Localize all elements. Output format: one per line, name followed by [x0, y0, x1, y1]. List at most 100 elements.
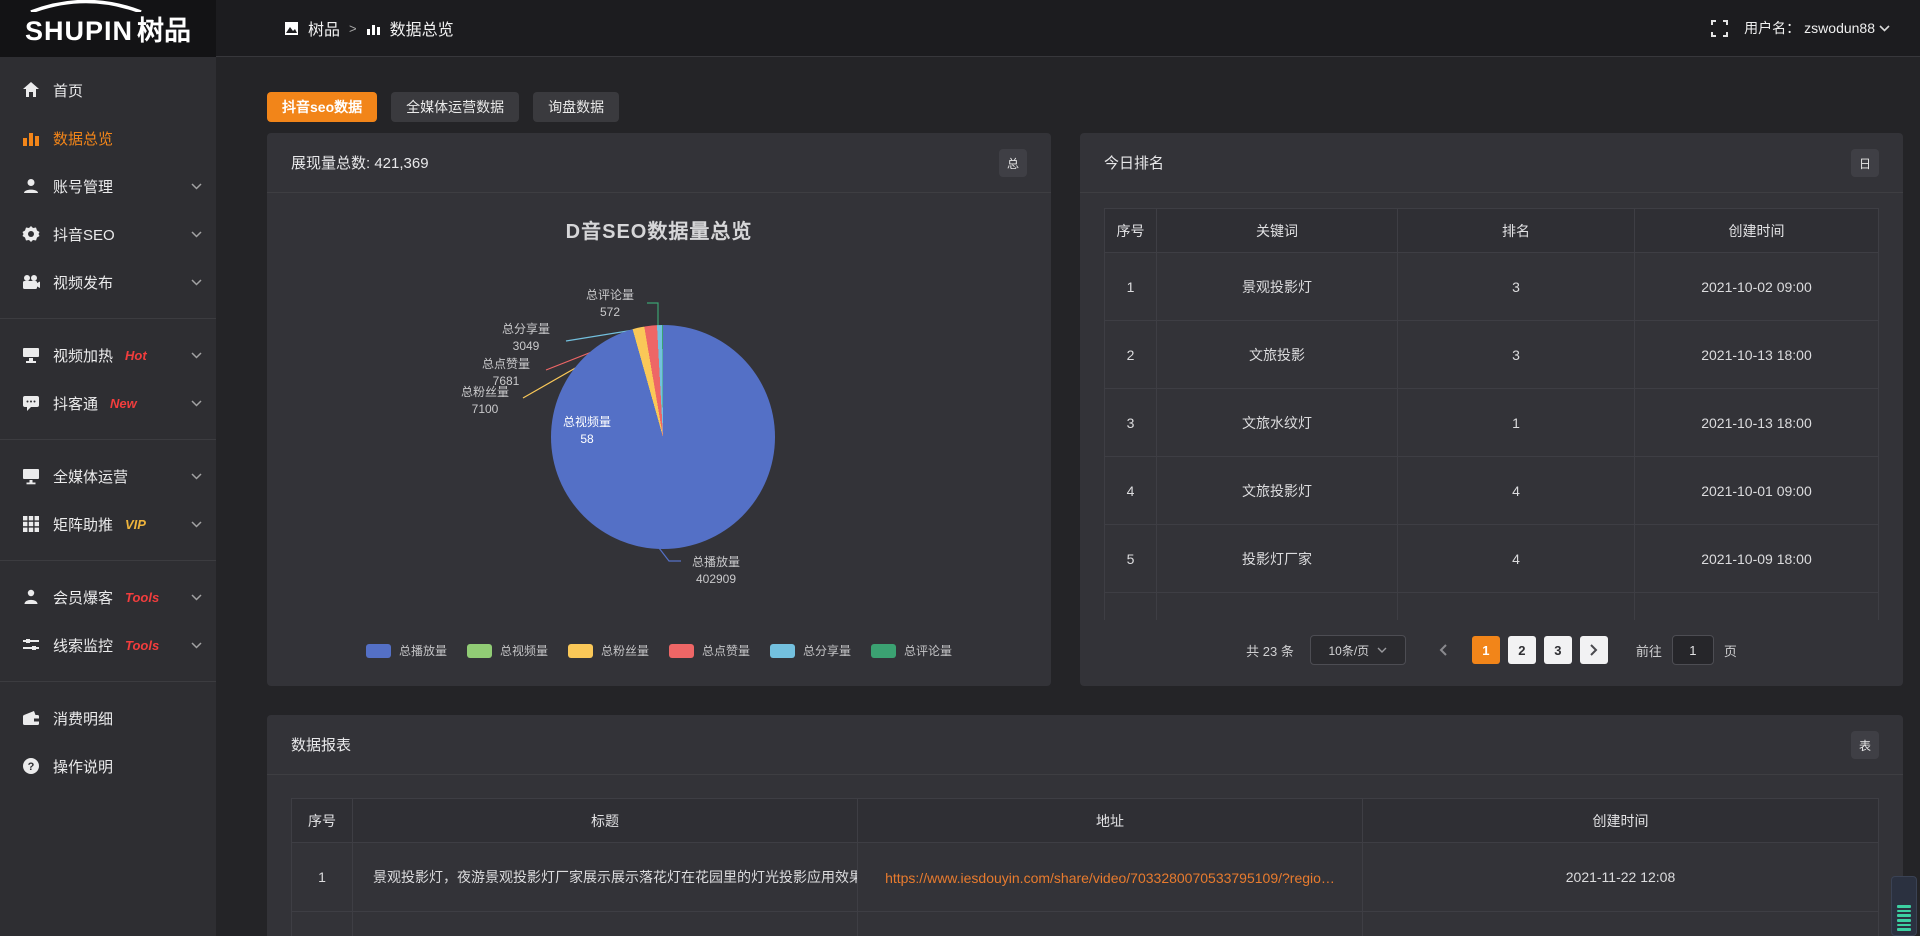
video-title: 景观投影灯，夜游景观投影灯厂家展示展示落花灯在花园里的灯光投影应用效果 # [353, 843, 858, 912]
legend-item-shares[interactable]: 总分享量 [770, 642, 851, 659]
ranking-panel: 今日排名 日 序号 关键词 排名 创建时间 1景观投影灯32021-10-02 … [1080, 133, 1903, 686]
goto-page-input[interactable] [1672, 635, 1714, 665]
sidebar-item-expense-detail[interactable]: 消费明细 [0, 694, 216, 742]
chevron-left-icon [1439, 644, 1447, 656]
pie-label-plays: 总播放量402909 [679, 554, 753, 588]
sidebar-item-matrix-boost[interactable]: 矩阵助推 VIP [0, 500, 216, 548]
chevron-down-icon [191, 183, 202, 190]
column-header-keyword: 关键词 [1157, 209, 1398, 253]
day-toggle-button[interactable]: 日 [1851, 149, 1879, 177]
breadcrumb-separator: > [349, 21, 357, 36]
ranking-panel-title: 今日排名 [1104, 152, 1164, 173]
legend-swatch [568, 644, 593, 658]
page-size-select[interactable]: 10条/页 [1310, 635, 1406, 665]
hot-badge: Hot [125, 348, 147, 363]
sidebar-item-video-publish[interactable]: 视频发布 [0, 258, 216, 306]
sidebar-item-video-heat[interactable]: 视频加热 Hot [0, 331, 216, 379]
impressions-total: 展现量总数: 421,369 [291, 152, 429, 173]
sidebar-item-help[interactable]: ? 操作说明 [0, 742, 216, 790]
legend-swatch [366, 644, 391, 658]
legend-item-likes[interactable]: 总点赞量 [669, 642, 750, 659]
sidebar-item-label: 矩阵助推 [53, 514, 113, 535]
legend-item-plays[interactable]: 总播放量 [366, 642, 447, 659]
sidebar-item-member-leads[interactable]: 会员爆客 Tools [0, 573, 216, 621]
sidebar-item-account[interactable]: 账号管理 [0, 162, 216, 210]
page-button-3[interactable]: 3 [1544, 636, 1572, 664]
pagination: 共 23 条 10条/页 1 2 3 前往 页 [1080, 635, 1903, 665]
image-icon [284, 21, 299, 36]
tab-omni-media-data[interactable]: 全媒体运营数据 [391, 92, 519, 122]
sidebar-item-label: 消费明细 [53, 708, 113, 729]
tools-badge: Tools [125, 590, 159, 605]
legend-swatch [467, 644, 492, 658]
impressions-panel: 展现量总数: 421,369 总 D音SEO数据量总览 总评论量572 总分享量… [267, 133, 1051, 686]
sliders-icon [22, 636, 40, 654]
sidebar-item-label: 抖音SEO [53, 224, 115, 245]
column-header-url: 地址 [858, 799, 1363, 843]
top-bar: SHUPIN 树品 树品 > 数据总览 用户名： zswodun88 [0, 0, 1920, 57]
screen-cast-icon [22, 346, 40, 364]
chevron-right-icon [1590, 644, 1598, 656]
sidebar-item-label: 账号管理 [53, 176, 113, 197]
sidebar-item-label: 数据总览 [53, 128, 113, 149]
sidebar-divider [0, 681, 216, 682]
grid-icon [22, 515, 40, 533]
monitor-icon [22, 467, 40, 485]
sidebar-item-doukotong[interactable]: 抖客通 New [0, 379, 216, 427]
sidebar-item-douyin-seo[interactable]: 抖音SEO [0, 210, 216, 258]
chat-bubble-icon [22, 394, 40, 412]
logo-arc-icon [27, 0, 145, 12]
sidebar-item-lead-monitor[interactable]: 线索监控 Tools [0, 621, 216, 669]
username: zswodun88 [1804, 20, 1875, 36]
video-url-link[interactable]: https://www.iesdouyin.com/share/video/70… [885, 870, 1335, 886]
sidebar-item-label: 抖客通 [53, 393, 98, 414]
goto-suffix: 页 [1724, 641, 1737, 660]
sidebar-item-data-overview[interactable]: 数据总览 [0, 114, 216, 162]
prev-page-button[interactable] [1432, 644, 1454, 656]
table-row-partial [292, 912, 1879, 936]
data-source-tabs: 抖音seo数据 全媒体运营数据 询盘数据 [267, 92, 619, 122]
floating-widget[interactable] [1891, 876, 1917, 936]
chevron-down-icon [191, 400, 202, 407]
logo-area: SHUPIN 树品 [0, 0, 216, 57]
breadcrumb-root[interactable]: 树品 [308, 16, 340, 40]
page-button-2[interactable]: 2 [1508, 636, 1536, 664]
report-panel-header: 数据报表 表 [267, 715, 1903, 775]
tab-douyin-seo-data[interactable]: 抖音seo数据 [267, 92, 377, 122]
bar-chart-icon [366, 21, 381, 36]
sidebar-item-home[interactable]: 首页 [0, 66, 216, 114]
person-icon [22, 588, 40, 606]
total-toggle-button[interactable]: 总 [999, 149, 1027, 177]
sidebar-item-label: 线索监控 [53, 635, 113, 656]
table-toggle-button[interactable]: 表 [1851, 731, 1879, 759]
table-header-row: 序号 关键词 排名 创建时间 [1105, 209, 1879, 253]
sidebar: 首页 数据总览 账号管理 抖音SEO 视频发布 视频加热 Hot [0, 57, 216, 936]
sidebar-divider [0, 560, 216, 561]
table-row: 1景观投影灯32021-10-02 09:00 [1105, 253, 1879, 321]
fullscreen-icon[interactable] [1711, 20, 1728, 37]
pagination-total: 共 23 条 [1246, 641, 1294, 660]
user-menu[interactable]: 用户名： zswodun88 [1744, 18, 1890, 38]
legend-item-fans[interactable]: 总粉丝量 [568, 642, 649, 659]
column-header-created: 创建时间 [1363, 799, 1879, 843]
column-header-rank: 排名 [1398, 209, 1635, 253]
goto-label: 前往 [1636, 641, 1662, 660]
report-panel: 数据报表 表 序号 标题 地址 创建时间 1 景观投影灯，夜游景观投影灯 [267, 715, 1903, 936]
breadcrumb-current[interactable]: 数据总览 [390, 16, 454, 40]
table-row: 1 景观投影灯，夜游景观投影灯厂家展示展示落花灯在花园里的灯光投影应用效果 # … [292, 843, 1879, 912]
chevron-down-icon [191, 642, 202, 649]
chart-icon [22, 129, 40, 147]
sidebar-item-omni-media[interactable]: 全媒体运营 [0, 452, 216, 500]
home-icon [22, 81, 40, 99]
legend-item-videos[interactable]: 总视频量 [467, 642, 548, 659]
pie-chart: D音SEO数据量总览 总评论量572 总分享量3049 总点赞量7681 总粉丝… [267, 193, 1051, 685]
chevron-down-icon [191, 352, 202, 359]
chevron-down-icon [191, 473, 202, 480]
next-page-button[interactable] [1580, 636, 1608, 664]
tab-inquiry-data[interactable]: 询盘数据 [533, 92, 619, 122]
report-panel-title: 数据报表 [291, 734, 351, 755]
legend-item-comments[interactable]: 总评论量 [871, 642, 952, 659]
chevron-down-icon [191, 231, 202, 238]
column-header-title: 标题 [353, 799, 858, 843]
page-button-1[interactable]: 1 [1472, 636, 1500, 664]
